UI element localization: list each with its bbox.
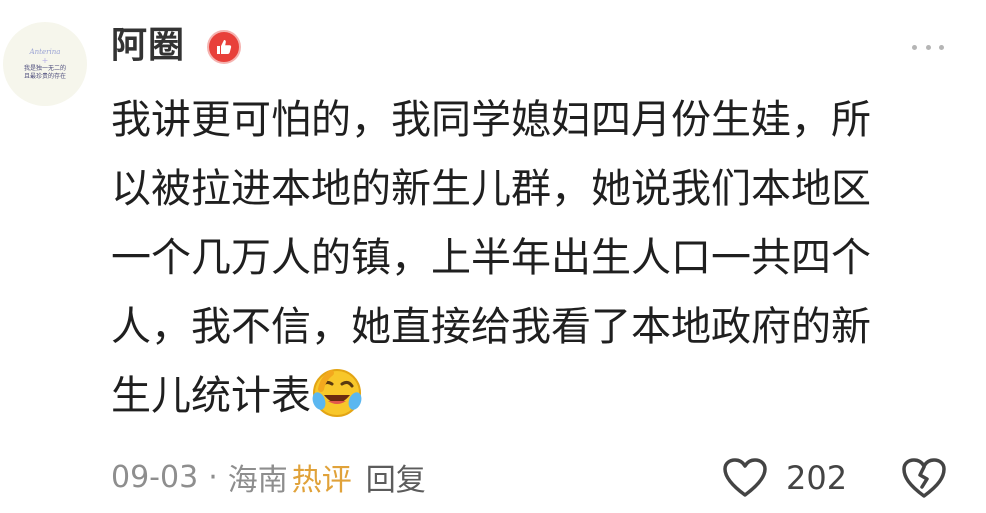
thumbs-up-icon xyxy=(207,30,241,64)
avatar-plus-icon: + xyxy=(41,55,49,65)
username[interactable]: 阿圈 xyxy=(111,26,185,66)
comment-line-last: 生儿统计表 xyxy=(111,362,931,431)
avatar[interactable]: Anterina + 我是独一无二的 且最珍贵的存在 xyxy=(3,22,87,106)
heart-icon xyxy=(723,458,767,497)
avatar-text-2: 我是独一无二的 xyxy=(23,64,66,72)
comment-line: 一个几万人的镇，上半年出生人口一共四个 xyxy=(111,235,871,281)
comment-date: 09-03 xyxy=(111,459,199,495)
laughing-crying-emoji-icon xyxy=(311,367,363,419)
comment-line: 我讲更可怕的，我同学媳妇四月份生娃，所 xyxy=(111,97,871,143)
broken-heart-icon[interactable] xyxy=(900,456,948,500)
comment-body: 我讲更可怕的，我同学媳妇四月份生娃，所 以被拉进本地的新生儿群，她说我们本地区 … xyxy=(111,86,931,431)
comment-line: 以被拉进本地的新生儿群，她说我们本地区 xyxy=(111,166,871,212)
comment-card: Anterina + 我是独一无二的 且最珍贵的存在 阿圈 我讲更可怕的，我同学… xyxy=(0,0,986,513)
comment-line-text: 生儿统计表 xyxy=(111,373,311,419)
like-button[interactable]: 202 xyxy=(722,454,847,502)
comment-line: 人，我不信，她直接给我看了本地政府的新 xyxy=(111,304,871,350)
avatar-text-3: 且最珍贵的存在 xyxy=(23,72,66,80)
reply-button[interactable]: 回复 xyxy=(366,455,426,499)
comment-meta: 09-03 · 海南 热评 回复 xyxy=(111,453,426,501)
hot-comment-badge: 热评 xyxy=(291,463,352,498)
like-count: 202 xyxy=(786,459,848,497)
more-dots-icon[interactable] xyxy=(912,40,944,54)
meta-separator: · xyxy=(208,459,218,495)
comment-location: 海南 xyxy=(227,463,288,498)
